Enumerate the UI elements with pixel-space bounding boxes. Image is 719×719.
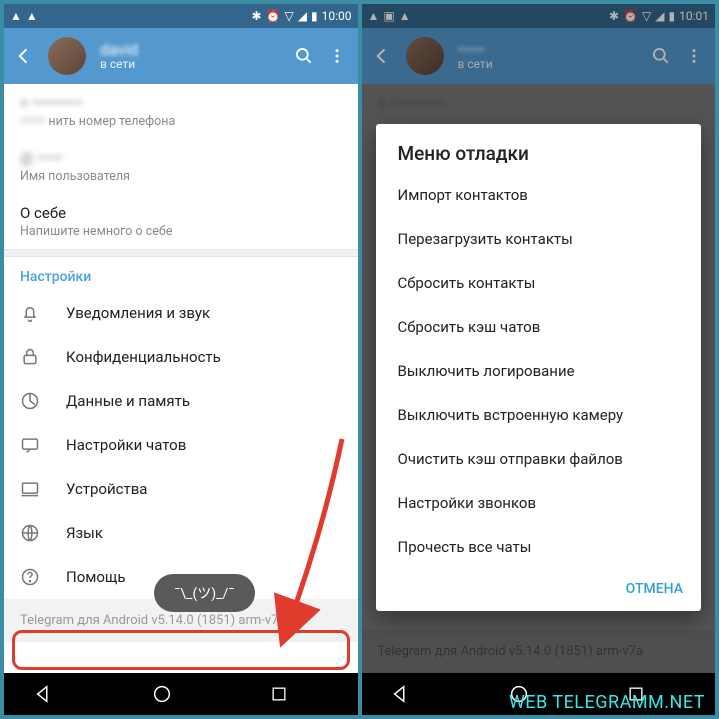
signal-icon: ◢ — [655, 9, 664, 23]
more-icon[interactable] — [328, 46, 348, 66]
app-bar: ••••• в сети — [362, 28, 716, 84]
battery-icon: ▮ — [669, 9, 676, 23]
search-icon[interactable] — [294, 46, 314, 66]
watermark: WEB TELEGRAMM.NET — [509, 692, 705, 713]
avatar[interactable] — [406, 37, 444, 75]
wifi-icon: ▽ — [642, 9, 651, 23]
signal-icon: ◢ — [298, 9, 307, 23]
help-icon — [20, 567, 42, 587]
dialog-item[interactable]: Выключить встроенную камеру — [376, 393, 702, 437]
globe-icon — [20, 523, 42, 543]
alarm-icon: ⏰ — [266, 9, 281, 23]
wifi-icon: ▽ — [285, 9, 294, 23]
nav-back[interactable] — [33, 683, 93, 705]
profile-status: в сети — [458, 58, 638, 71]
search-icon[interactable] — [651, 46, 671, 66]
toast: ¯\_(ツ)_/¯ — [154, 574, 255, 612]
status-bar: ▲ ▣ ▲ ✱ ⏰ ▽ ◢ ▮ 10:01 — [362, 4, 716, 28]
dialog-item[interactable]: Прочесть все чаты — [376, 525, 702, 569]
dialog-item[interactable]: Очистить кэш отправки файлов — [376, 437, 702, 481]
debug-menu-dialog: Меню отладки Импорт контактов Перезагруз… — [376, 124, 702, 611]
nav-bar — [4, 673, 358, 715]
setting-devices[interactable]: Устройства — [4, 467, 358, 511]
setting-notifications[interactable]: Уведомления и звук — [4, 291, 358, 335]
dialog-item[interactable]: Выключить логирование — [376, 349, 702, 393]
setting-chats[interactable]: Настройки чатов — [4, 423, 358, 467]
warning-icon: ▲ — [10, 9, 22, 23]
data-icon — [20, 391, 42, 411]
setting-language[interactable]: Язык — [4, 511, 358, 555]
left-screen: ▲ ▲ ✱ ⏰ ▽ ◢ ▮ 10:00 david в сети — [4, 4, 358, 715]
divider — [4, 249, 358, 257]
dialog-title: Меню отладки — [376, 142, 702, 173]
lock-icon — [20, 347, 42, 367]
app-bar: david в сети — [4, 28, 358, 84]
dialog-cancel[interactable]: ОТМЕНА — [376, 569, 702, 605]
nav-home[interactable] — [151, 683, 211, 705]
dialog-item[interactable]: Сбросить кэш чатов — [376, 305, 702, 349]
bluetooth-icon: ✱ — [609, 9, 619, 23]
alarm-icon: ⏰ — [623, 9, 638, 23]
setting-data[interactable]: Данные и память — [4, 379, 358, 423]
warning-icon: ▲ — [399, 9, 411, 23]
dialog-item[interactable]: Настройки звонков — [376, 481, 702, 525]
nav-back[interactable] — [390, 683, 450, 705]
dialog-item[interactable]: Импорт контактов — [376, 173, 702, 217]
warning-icon: ▲ — [368, 9, 380, 23]
device-icon — [20, 479, 42, 499]
avatar[interactable] — [48, 37, 86, 75]
status-time: 10:01 — [679, 9, 709, 23]
bell-icon — [20, 303, 42, 323]
profile-status: в сети — [100, 58, 280, 71]
right-screen: ▲ ▣ ▲ ✱ ⏰ ▽ ◢ ▮ 10:01 ••••• в сети — [362, 4, 716, 715]
dialog-item[interactable]: Перезагрузить контакты — [376, 217, 702, 261]
dialog-item[interactable]: Сбросить контакты — [376, 261, 702, 305]
chat-icon — [20, 435, 42, 455]
nav-recent[interactable] — [269, 684, 329, 704]
phone-row[interactable]: + •••••••••• •••••• нить номер телефона — [4, 84, 358, 139]
bluetooth-icon: ✱ — [252, 9, 262, 23]
section-title: Настройки — [4, 257, 358, 291]
about-row[interactable]: О себе Напишите немного о себе — [4, 194, 358, 249]
profile-name: ••••• — [458, 41, 638, 59]
more-icon[interactable] — [685, 46, 705, 66]
status-time: 10:00 — [322, 9, 352, 23]
setting-privacy[interactable]: Конфиденциальность — [4, 335, 358, 379]
warning-icon: ▲ — [26, 9, 38, 23]
back-button[interactable] — [14, 46, 34, 66]
image-icon: ▣ — [383, 9, 394, 23]
status-bar: ▲ ▲ ✱ ⏰ ▽ ◢ ▮ 10:00 — [4, 4, 358, 28]
battery-icon: ▮ — [311, 9, 318, 23]
back-button[interactable] — [372, 46, 392, 66]
username-row[interactable]: @ ••••• Имя пользователя — [4, 139, 358, 194]
profile-name: david — [100, 41, 280, 59]
